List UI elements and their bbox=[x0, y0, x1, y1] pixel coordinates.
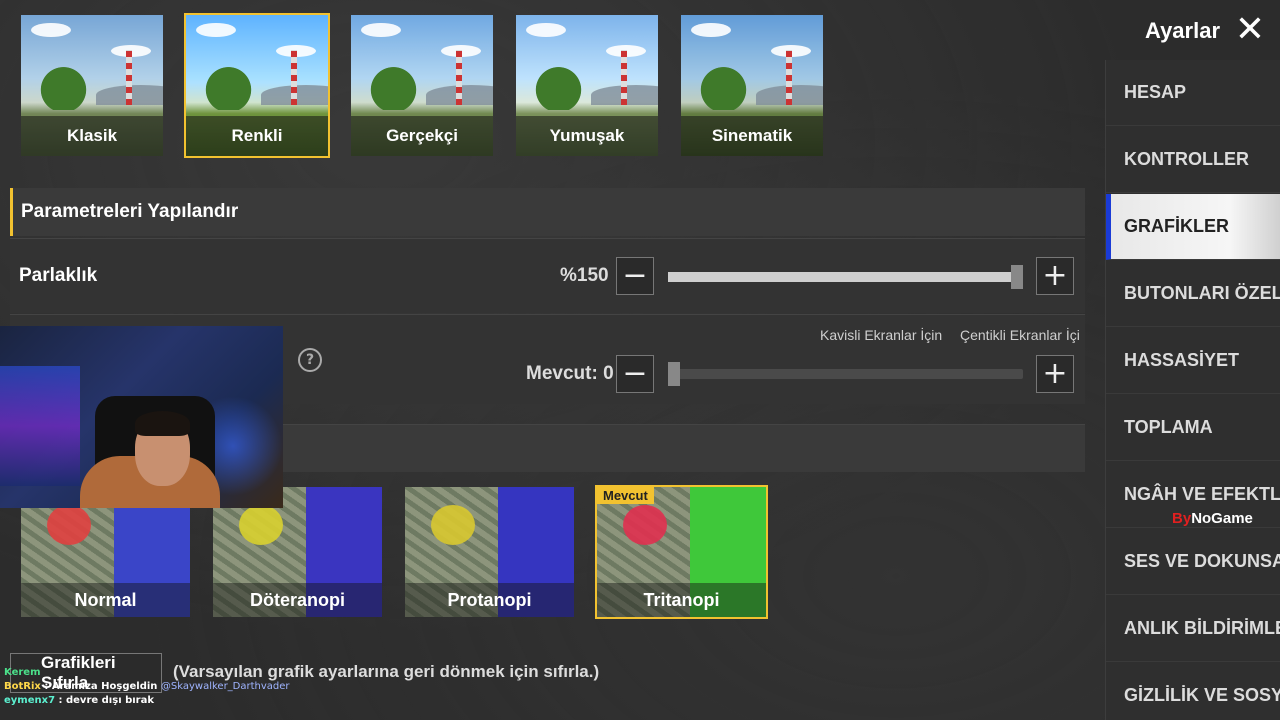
brightness-increase-button[interactable]: + bbox=[1036, 257, 1074, 295]
screen-adjust-slider-handle[interactable] bbox=[668, 362, 680, 386]
watermark-text: NoGame bbox=[1191, 510, 1253, 527]
mode-label: Protanopi bbox=[405, 583, 574, 617]
chat-line: Kerem bbox=[4, 666, 290, 680]
settings-sidebar: HESAP KONTROLLER GRAFİKLER BUTONLARI ÖZE… bbox=[1105, 60, 1280, 720]
preset-klasik[interactable]: Klasik bbox=[19, 13, 165, 158]
section-configure-params: Parametreleri Yapılandır bbox=[10, 188, 1085, 236]
chat-user: Kerem bbox=[4, 667, 41, 678]
sidebar-item-label: HESAP bbox=[1124, 82, 1187, 102]
preset-label: Klasik bbox=[21, 116, 163, 156]
sidebar-item-butonlari-ozellestir[interactable]: BUTONLARI ÖZELLEŞ bbox=[1106, 261, 1280, 327]
chat-user: BotRix bbox=[4, 681, 41, 692]
screen-adjust-decrease-button[interactable]: − bbox=[616, 355, 654, 393]
hint-curved-screens: Kavisli Ekranlar İçin bbox=[820, 327, 943, 343]
mode-protanopia[interactable]: Protanopi bbox=[403, 485, 576, 619]
sidebar-item-anlik-bildirimler[interactable]: ANLIK BİLDİRİMLER bbox=[1106, 596, 1280, 662]
mode-label: Tritanopi bbox=[597, 583, 766, 617]
sidebar-item-ses-ve-dokunsal[interactable]: SES VE DOKUNSAL bbox=[1106, 529, 1280, 595]
brightness-value: %150 bbox=[560, 265, 609, 286]
chat-message: : Aramıza Hoşgeldin bbox=[44, 681, 158, 692]
mode-tritanopia[interactable]: Mevcut Tritanopi bbox=[595, 485, 768, 619]
watermark-prefix: By bbox=[1172, 510, 1192, 527]
brightness-slider[interactable] bbox=[668, 265, 1023, 289]
preset-sinematik[interactable]: Sinematik bbox=[679, 13, 825, 158]
bynogame-watermark: ByNoGame bbox=[1172, 510, 1253, 527]
hint-notch-screens: Çentikli Ekranlar İçi bbox=[960, 327, 1080, 343]
sidebar-item-label: HASSASİYET bbox=[1124, 350, 1240, 370]
mode-label: Normal bbox=[21, 583, 190, 617]
sidebar-item-toplama[interactable]: TOPLAMA bbox=[1106, 395, 1280, 461]
mode-label: Döteranopi bbox=[213, 583, 382, 617]
help-icon[interactable]: ? bbox=[298, 348, 322, 372]
sidebar-item-label: TOPLAMA bbox=[1124, 417, 1213, 437]
preset-label: Yumuşak bbox=[516, 116, 658, 156]
chat-mention: @Skaywalker_Darthvader bbox=[160, 681, 290, 692]
brightness-decrease-button[interactable]: − bbox=[616, 257, 654, 295]
webcam-overlay bbox=[0, 326, 283, 508]
sidebar-item-hesap[interactable]: HESAP bbox=[1106, 60, 1280, 126]
sidebar-item-label: SES VE DOKUNSAL bbox=[1124, 551, 1280, 571]
brightness-slider-fill bbox=[668, 272, 1023, 282]
sidebar-item-label: NGÂH VE EFEKTLER bbox=[1124, 484, 1280, 504]
sidebar-item-grafikler[interactable]: GRAFİKLER bbox=[1106, 194, 1280, 260]
chat-line: BotRix : Aramıza Hoşgeldin @Skaywalker_D… bbox=[4, 680, 290, 694]
sidebar-item-label: BUTONLARI ÖZELLEŞ bbox=[1124, 283, 1280, 303]
brightness-label: Parlaklık bbox=[19, 265, 98, 286]
sidebar-item-label: GRAFİKLER bbox=[1124, 216, 1229, 236]
screen-adjust-value: Mevcut: 0 bbox=[526, 363, 614, 384]
sidebar-item-label: ANLIK BİLDİRİMLER bbox=[1124, 618, 1280, 638]
preset-gercekci[interactable]: Gerçekçi bbox=[349, 13, 495, 158]
sidebar-item-label: GİZLİLİK VE SOSYAL bbox=[1124, 685, 1280, 705]
preset-yumusak[interactable]: Yumuşak bbox=[514, 13, 660, 158]
preset-label: Gerçekçi bbox=[351, 116, 493, 156]
chat-message: : devre dışı bırak bbox=[58, 695, 155, 706]
settings-title: Ayarlar bbox=[1145, 18, 1221, 43]
chat-user: eymenx7 bbox=[4, 695, 56, 706]
sidebar-item-label: KONTROLLER bbox=[1124, 149, 1249, 169]
stream-chat-overlay: Kerem BotRix : Aramıza Hoşgeldin @Skaywa… bbox=[4, 666, 290, 708]
preset-renkli[interactable]: Renkli bbox=[184, 13, 330, 158]
brightness-slider-handle[interactable] bbox=[1011, 265, 1023, 289]
preset-label: Renkli bbox=[186, 116, 328, 156]
screen-adjust-slider[interactable] bbox=[668, 362, 1023, 386]
graphics-presets: Klasik Renkli Gerçekçi Yumuşak Sinematik bbox=[19, 13, 825, 158]
close-icon[interactable]: ✕ bbox=[1232, 12, 1268, 48]
screen-adjust-increase-button[interactable]: + bbox=[1036, 355, 1074, 393]
sidebar-item-gizlilik-ve-sosyal[interactable]: GİZLİLİK VE SOSYAL bbox=[1106, 663, 1280, 720]
chat-line: eymenx7 : devre dışı bırak bbox=[4, 694, 290, 708]
sidebar-item-hassasiyet[interactable]: HASSASİYET bbox=[1106, 328, 1280, 394]
current-badge: Mevcut bbox=[597, 487, 654, 504]
brightness-row: Parlaklık %150 − + bbox=[10, 238, 1085, 313]
preset-label: Sinematik bbox=[681, 116, 823, 156]
sidebar-item-kontroller[interactable]: KONTROLLER bbox=[1106, 127, 1280, 193]
